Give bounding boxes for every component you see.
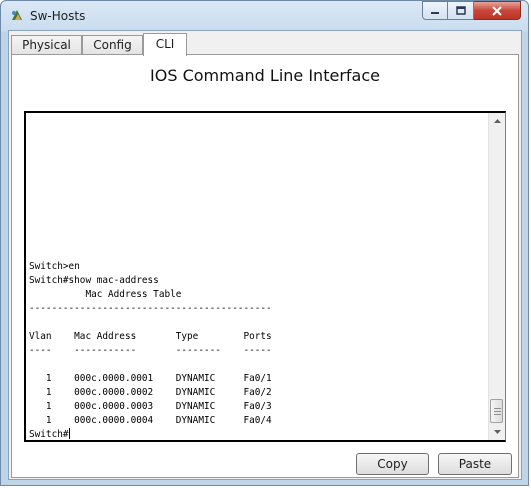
client-area: Physical Config CLI IOS Command Line Int… xyxy=(8,30,522,480)
grip-line xyxy=(494,408,501,409)
scroll-up-button[interactable] xyxy=(489,113,505,129)
terminal-line: Switch#show mac-address xyxy=(29,275,159,286)
scroll-thumb[interactable] xyxy=(490,399,503,423)
terminal-line: Switch>en xyxy=(29,261,80,272)
minimize-icon xyxy=(431,11,439,14)
text-cursor xyxy=(68,428,70,439)
cli-panel: IOS Command Line Interface Switch>en Swi… xyxy=(11,54,519,478)
packet-tracer-icon xyxy=(12,10,22,20)
panel-heading: IOS Command Line Interface xyxy=(150,66,380,85)
title-bar[interactable]: Sw-Hosts xyxy=(1,1,528,31)
paste-button[interactable]: Paste xyxy=(438,453,512,475)
mac-table-row: 1 000c.0000.0004 DYNAMIC Fa0/4 xyxy=(29,415,272,426)
terminal-line: ---- ----------- -------- ----- xyxy=(29,345,272,356)
tab-cli[interactable]: CLI xyxy=(143,33,187,56)
close-button[interactable] xyxy=(474,1,521,20)
maximize-button[interactable] xyxy=(448,1,474,20)
cli-prompt: Switch# xyxy=(29,429,69,440)
mac-table-row: 1 000c.0000.0002 DYNAMIC Fa0/2 xyxy=(29,387,272,398)
close-icon xyxy=(492,5,502,16)
minimize-button[interactable] xyxy=(422,1,448,20)
terminal-line: ----------------------------------------… xyxy=(29,303,272,314)
arrow-down-icon xyxy=(493,430,501,434)
vertical-scrollbar[interactable] xyxy=(488,113,505,440)
scroll-down-button[interactable] xyxy=(489,424,505,440)
grip-line xyxy=(494,414,501,415)
terminal-line: Vlan Mac Address Type Ports xyxy=(29,331,272,342)
terminal-output[interactable]: Switch>en Switch#show mac-address Mac Ad… xyxy=(29,260,489,442)
app-window: Sw-Hosts Physical Config CLI IOS Command… xyxy=(0,0,529,486)
window-title: Sw-Hosts xyxy=(30,9,86,23)
arrow-up-icon xyxy=(493,119,501,123)
maximize-icon xyxy=(455,6,466,15)
tab-config[interactable]: Config xyxy=(82,35,143,55)
terminal-line: Mac Address Table xyxy=(29,289,182,300)
grip-line xyxy=(494,411,501,412)
cli-terminal[interactable]: Switch>en Switch#show mac-address Mac Ad… xyxy=(24,111,506,442)
mac-table-row: 1 000c.0000.0001 DYNAMIC Fa0/1 xyxy=(29,373,272,384)
tab-physical[interactable]: Physical xyxy=(11,35,82,55)
mac-table-row: 1 000c.0000.0003 DYNAMIC Fa0/3 xyxy=(29,401,272,412)
copy-button[interactable]: Copy xyxy=(356,453,429,475)
